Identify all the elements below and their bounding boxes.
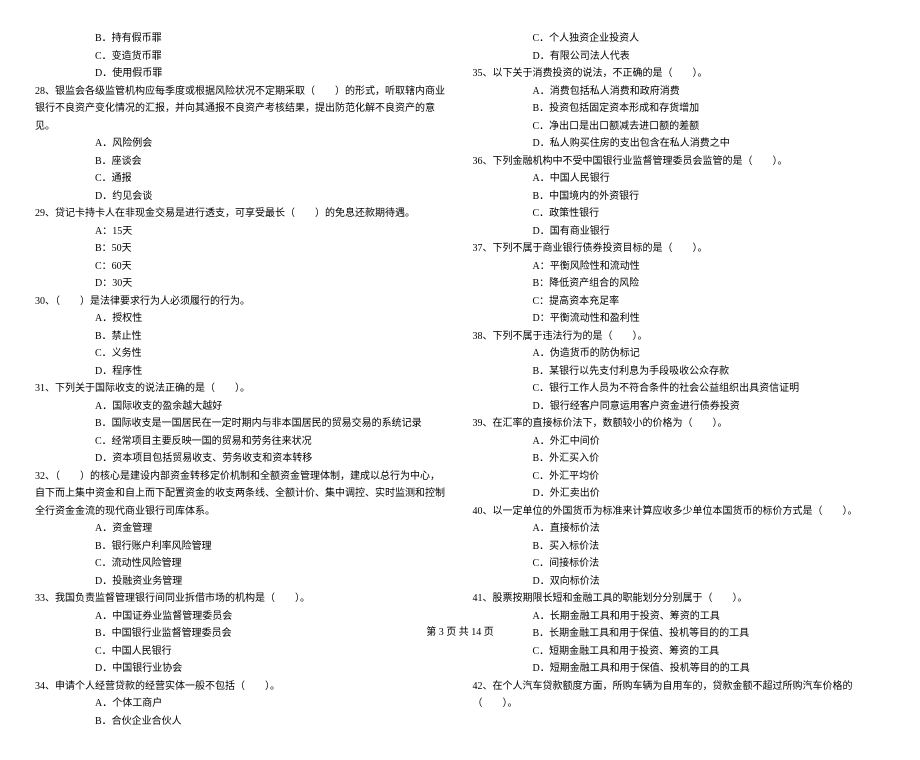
q30-opt-a: A．授权性 xyxy=(35,310,448,328)
q33-text: 33、我国负责监督管理银行间同业拆借市场的机构是（ ）。 xyxy=(35,590,448,608)
q31-opt-c: C．经常项目主要反映一国的贸易和劳务往来状况 xyxy=(35,433,448,451)
q30-opt-b: B．禁止性 xyxy=(35,328,448,346)
q34-opt-d: D．有限公司法人代表 xyxy=(473,48,886,66)
q40-opt-a: A．直接标价法 xyxy=(473,520,886,538)
q29-opt-c: C：60天 xyxy=(35,258,448,276)
q32-opt-b: B．银行账户利率风险管理 xyxy=(35,538,448,556)
page-footer: 第 3 页 共 14 页 xyxy=(0,623,920,638)
q37-opt-c: C：提高资本充足率 xyxy=(473,293,886,311)
q36-opt-a: A．中国人民银行 xyxy=(473,170,886,188)
q40-opt-c: C．间接标价法 xyxy=(473,555,886,573)
q38-opt-d: D．银行经客户同意运用客户资金进行债券投资 xyxy=(473,398,886,416)
q27-opt-d: D．使用假币罪 xyxy=(35,65,448,83)
q32-opt-d: D．投融资业务管理 xyxy=(35,573,448,591)
q29-opt-b: B：50天 xyxy=(35,240,448,258)
q35-text: 35、以下关于消费投资的说法，不正确的是（ ）。 xyxy=(473,65,886,83)
q33-opt-c: C．中国人民银行 xyxy=(35,643,448,661)
q32-opt-c: C．流动性风险管理 xyxy=(35,555,448,573)
q37-text: 37、下列不属于商业银行债券投资目标的是（ ）。 xyxy=(473,240,886,258)
q39-text: 39、在汇率的直接标价法下，数额较小的价格为（ ）。 xyxy=(473,415,886,433)
q34-text: 34、申请个人经营贷款的经营实体一般不包括（ ）。 xyxy=(35,678,448,696)
q37-opt-d: D：平衡流动性和盈利性 xyxy=(473,310,886,328)
q27-opt-c: C．变造货币罪 xyxy=(35,48,448,66)
q37-opt-a: A：平衡风险性和流动性 xyxy=(473,258,886,276)
q29-opt-a: A：15天 xyxy=(35,223,448,241)
q35-opt-d: D．私人购买住房的支出包含在私人消费之中 xyxy=(473,135,886,153)
q30-opt-c: C．义务性 xyxy=(35,345,448,363)
page-content: B．持有假币罪 C．变造货币罪 D．使用假币罪 28、银监会各级监管机构应每季度… xyxy=(0,0,920,760)
q32-opt-a: A．资金管理 xyxy=(35,520,448,538)
q39-opt-a: A．外汇中间价 xyxy=(473,433,886,451)
q38-opt-b: B．某银行以先支付利息为手段吸收公众存款 xyxy=(473,363,886,381)
q36-text: 36、下列金融机构中不受中国银行业监督管理委员会监管的是（ ）。 xyxy=(473,153,886,171)
q40-opt-d: D．双向标价法 xyxy=(473,573,886,591)
q32-text-3: 全行资金金流的现代商业银行司库体系。 xyxy=(35,503,448,521)
q30-opt-d: D．程序性 xyxy=(35,363,448,381)
q35-opt-c: C．净出口是出口额减去进口额的差额 xyxy=(473,118,886,136)
q41-opt-c: C．短期金融工具和用于投资、筹资的工具 xyxy=(473,643,886,661)
q34-opt-b: B．合伙企业合伙人 xyxy=(35,713,448,731)
q31-opt-d: D．资本项目包括贸易收支、劳务收支和资本转移 xyxy=(35,450,448,468)
q34-opt-a: A．个体工商户 xyxy=(35,695,448,713)
q41-text: 41、股票按期限长短和金融工具的职能划分分别属于（ ）。 xyxy=(473,590,886,608)
q31-opt-b: B．国际收支是一国居民在一定时期内与非本国居民的贸易交易的系统记录 xyxy=(35,415,448,433)
q39-opt-b: B．外汇买入价 xyxy=(473,450,886,468)
q30-text: 30、（ ）是法律要求行为人必须履行的行为。 xyxy=(35,293,448,311)
q39-opt-d: D．外汇卖出价 xyxy=(473,485,886,503)
q28-opt-c: C．通报 xyxy=(35,170,448,188)
q28-opt-b: B．座谈会 xyxy=(35,153,448,171)
q35-opt-a: A．消费包括私人消费和政府消费 xyxy=(473,83,886,101)
q28-opt-a: A．风险例会 xyxy=(35,135,448,153)
q38-opt-a: A．伪造货币的防伪标记 xyxy=(473,345,886,363)
q29-opt-d: D：30天 xyxy=(35,275,448,293)
q39-opt-c: C．外汇平均价 xyxy=(473,468,886,486)
q33-opt-d: D．中国银行业协会 xyxy=(35,660,448,678)
q32-text: 32、（ ）的核心是建设内部资金转移定价机制和全额资金管理体制，建成以总行为中心… xyxy=(35,468,448,486)
q41-opt-d: D．短期金融工具和用于保值、投机等目的的工具 xyxy=(473,660,886,678)
q38-text: 38、下列不属于违法行为的是（ ）。 xyxy=(473,328,886,346)
q29-text: 29、贷记卡持卡人在非现金交易是进行透支，可享受最长（ ）的免息还款期待遇。 xyxy=(35,205,448,223)
q28-opt-d: D．约见会谈 xyxy=(35,188,448,206)
q38-opt-c: C．银行工作人员为不符合条件的社会公益组织出具资信证明 xyxy=(473,380,886,398)
q27-opt-b: B．持有假币罪 xyxy=(35,30,448,48)
q36-opt-c: C．政策性银行 xyxy=(473,205,886,223)
q35-opt-b: B．投资包括固定资本形成和存货增加 xyxy=(473,100,886,118)
q40-opt-b: B．买入标价法 xyxy=(473,538,886,556)
q32-text-2: 自下而上集中资金和自上而下配置资金的收支两条线、全额计价、集中调控、实时监测和控… xyxy=(35,485,448,503)
q31-text: 31、下列关于国际收支的说法正确的是（ ）。 xyxy=(35,380,448,398)
q42-text-2: （ ）。 xyxy=(473,695,886,713)
q28-text-2: 银行不良资产变化情况的汇报，并向其通报不良资产考核结果，提出防范化解不良资产的意… xyxy=(35,100,448,135)
q36-opt-b: B．中国境内的外资银行 xyxy=(473,188,886,206)
q28-text: 28、银监会各级监管机构应每季度或根据风险状况不定期采取（ ）的形式，听取辖内商… xyxy=(35,83,448,101)
q40-text: 40、以一定单位的外国货币为标准来计算应收多少单位本国货币的标价方式是（ ）。 xyxy=(473,503,886,521)
q31-opt-a: A．国际收支的盈余越大越好 xyxy=(35,398,448,416)
q42-text: 42、在个人汽车贷款额度方面，所购车辆为自用车的，贷款金额不超过所购汽车价格的 xyxy=(473,678,886,696)
q36-opt-d: D．国有商业银行 xyxy=(473,223,886,241)
q37-opt-b: B：降低资产组合的风险 xyxy=(473,275,886,293)
q34-opt-c: C．个人独资企业投资人 xyxy=(473,30,886,48)
